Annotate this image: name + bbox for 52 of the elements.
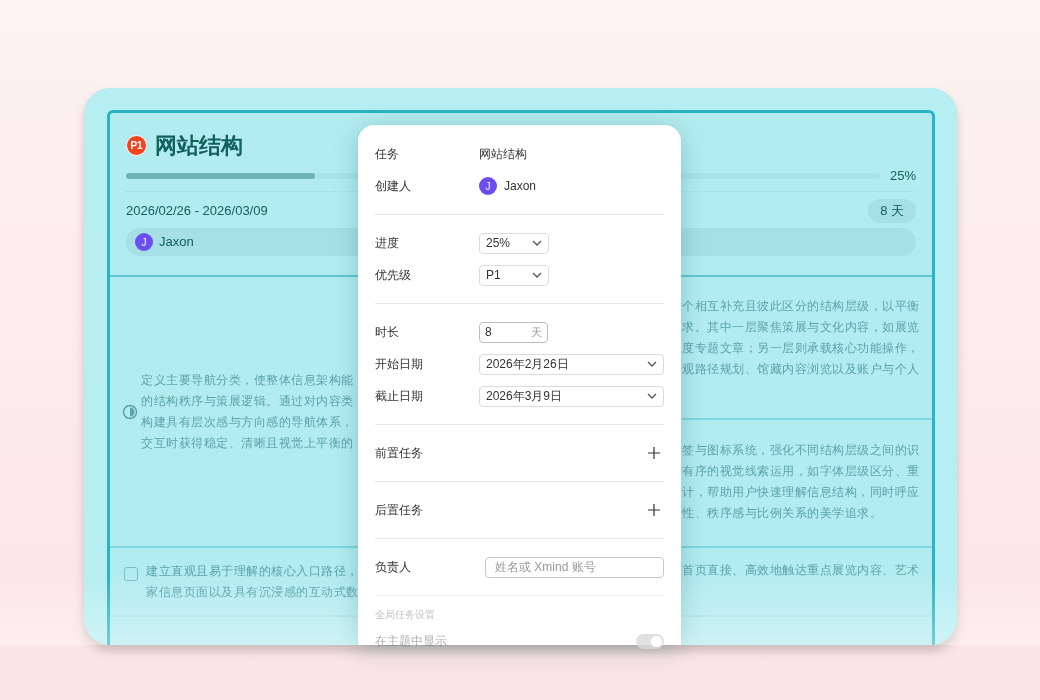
field-label: 任务 [375, 146, 400, 163]
text-line: 建立直观且易于理解的核心入口路径， [146, 563, 360, 580]
plus-icon[interactable] [648, 447, 660, 459]
field-label: 开始日期 [375, 356, 424, 373]
assignee-name: Jaxon [159, 233, 194, 252]
field-label: 负责人 [375, 559, 412, 576]
half-circle-icon[interactable] [122, 403, 138, 420]
text-line: 定义主要导航分类，使整体信息架构能 [141, 371, 355, 389]
avatar: J [479, 177, 497, 195]
chevron-down-icon [532, 240, 542, 246]
progress-reading: 25% [889, 167, 916, 186]
field-label: 前置任务 [375, 445, 424, 462]
chevron-down-icon [647, 361, 657, 367]
chevron-down-icon [647, 393, 657, 399]
text-line: 性、秩序感与比例关系的美学追求。 [682, 505, 883, 522]
text-line: 家信息页面以及具有沉浸感的互动式数 [146, 584, 360, 601]
dropdown[interactable]: P1 [479, 264, 549, 286]
date-dropdown[interactable]: 2026年2月26日 [479, 353, 664, 375]
date-range: 2026/02/26 - 2026/03/09 [126, 202, 268, 221]
text-line: 交互时获得稳定、清晰且视觉上平衡的 [141, 434, 355, 452]
text-line: 求。其中一层聚焦策展与文化内容，如展览 [682, 319, 921, 336]
text-line: 个相互补充且彼此区分的结构层级，以平衡 [682, 298, 921, 315]
field-label: 后置任务 [375, 502, 424, 519]
date-dropdown[interactable]: 2026年3月9日 [479, 385, 664, 407]
text-line: 观路径规划、馆藏内容浏览以及账户与个人 [682, 361, 921, 378]
person-name: Jaxon [504, 178, 537, 195]
priority-badge: P1 [126, 134, 147, 156]
text-line: 构建具有层次感与方向感的导航体系， [141, 413, 355, 431]
text-line: 签与图标系统，强化不同结构层级之间的识 [682, 442, 921, 459]
duration-badge: 8 天 [868, 199, 916, 223]
field-label: 创建人 [375, 178, 412, 195]
text-line: 的结构秩序与策展逻辑。通过对内容类 [141, 392, 355, 410]
field-label: 截止日期 [375, 388, 424, 405]
text-line: 有序的视觉线索运用，如字体层级区分、重 [682, 463, 921, 480]
field-label: 进度 [375, 235, 400, 252]
task-title: 网站结构 [155, 131, 243, 160]
unit-label: 天 [531, 324, 542, 340]
plus-icon[interactable] [648, 504, 660, 516]
field-label: 时长 [375, 324, 400, 341]
duration-field[interactable]: 8 天 [479, 321, 548, 343]
assignee-field[interactable]: 姓名或 Xmind 账号 [485, 556, 664, 578]
checkbox[interactable] [124, 567, 138, 581]
text-line: 计，帮助用户快速理解信息结构，同时呼应 [682, 484, 921, 501]
avatar: J [135, 233, 153, 251]
setting-label: 在主题中显示 [375, 633, 447, 650]
dropdown[interactable]: 25% [479, 232, 549, 254]
field-label: 优先级 [375, 267, 412, 284]
text-line: 度专题文章；另一层则承载核心功能操作， [682, 340, 921, 357]
toggle-switch[interactable] [636, 633, 664, 649]
field-value: 网站结构 [479, 146, 527, 163]
text-line: 首页直接、高效地触达重点展览内容、艺术 [682, 562, 921, 579]
chevron-down-icon [532, 272, 542, 278]
